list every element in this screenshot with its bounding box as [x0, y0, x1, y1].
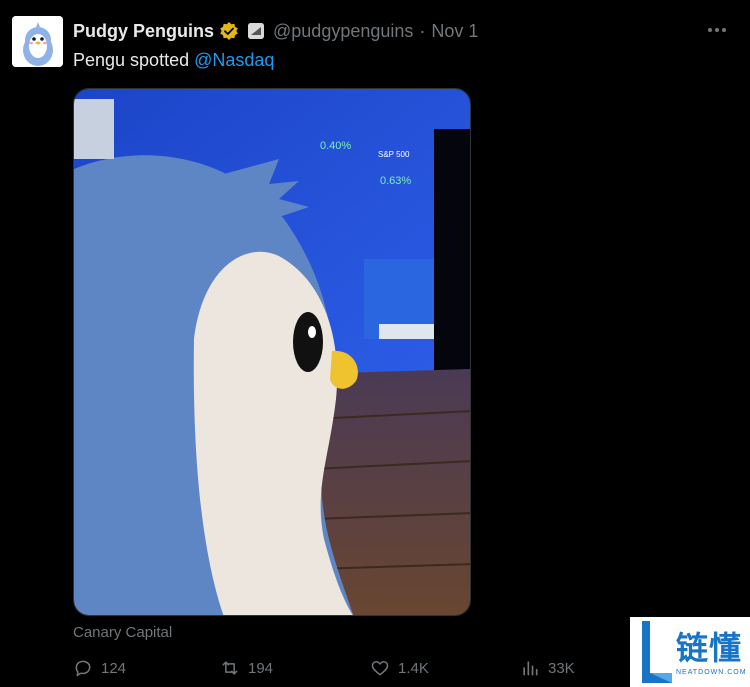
tweet-body: Pengu spotted [73, 50, 190, 70]
heart-icon [371, 661, 389, 676]
like-count: 1.4K [398, 659, 429, 677]
svg-text:0.40%: 0.40% [320, 140, 351, 152]
affiliate-badge-icon[interactable] [248, 23, 265, 39]
like-button[interactable]: 1.4K [370, 658, 429, 678]
penguin-avatar-icon [12, 16, 63, 67]
tweet-header: Pudgy Penguins @pudgypenguins · Nov 1 [73, 20, 478, 42]
neatdown-logo-icon [642, 621, 672, 683]
views-button[interactable]: 33K [520, 658, 575, 678]
tweet-text: Pengu spotted @Nasdaq [73, 50, 274, 71]
watermark-text: 链懂 [676, 630, 743, 666]
tweet: Pudgy Penguins @pudgypenguins · Nov 1 Pe… [0, 0, 750, 687]
watermark-logo: 链懂 NEATDOWN.COM [630, 617, 750, 687]
media-caption: Canary Capital [73, 624, 173, 641]
separator-dot: · [419, 20, 426, 41]
reply-count: 124 [101, 659, 127, 677]
verified-gold-badge-icon[interactable] [219, 21, 239, 41]
handle[interactable]: @pudgypenguins [273, 21, 413, 42]
avatar[interactable] [12, 16, 63, 67]
mention-link[interactable]: @Nasdaq [194, 50, 274, 70]
action-bar: 124 194 1.4K 33K [73, 658, 593, 682]
penguin-mascot-photo: 0.40% 0.63% S&P 500 [74, 89, 470, 615]
reply-bubble-icon [75, 660, 91, 677]
repost-count: 194 [248, 659, 274, 677]
media-image[interactable]: 0.40% 0.63% S&P 500 [73, 88, 471, 616]
watermark-subtext: NEATDOWN.COM [676, 669, 747, 676]
repost-button[interactable]: 194 [220, 658, 273, 678]
tweet-date[interactable]: Nov 1 [431, 21, 478, 42]
views-bars-icon [523, 661, 538, 676]
more-dots-icon[interactable] [705, 22, 729, 38]
svg-text:S&P 500: S&P 500 [378, 150, 410, 159]
repost-arrows-icon [222, 661, 238, 675]
svg-text:0.63%: 0.63% [380, 175, 411, 187]
display-name[interactable]: Pudgy Penguins [73, 21, 214, 42]
views-count: 33K [548, 659, 575, 677]
reply-button[interactable]: 124 [73, 658, 126, 678]
